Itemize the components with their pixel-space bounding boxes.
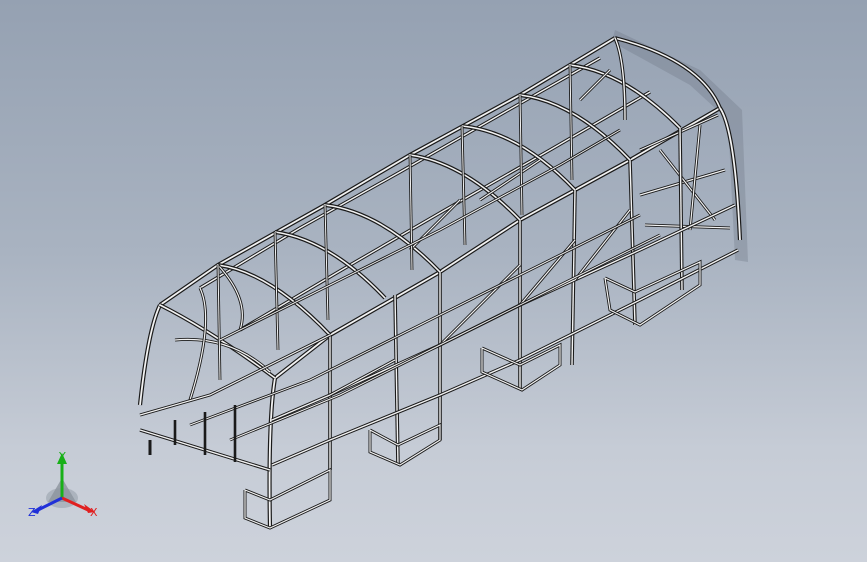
z-axis-label: Z xyxy=(28,506,36,519)
cad-graphics-viewport[interactable]: Y X Z xyxy=(0,0,867,562)
frame-tubes xyxy=(137,36,743,530)
lower-chassis xyxy=(243,259,702,530)
far-side-posts xyxy=(216,64,621,381)
roof-center-rail-1 xyxy=(199,56,601,290)
x-axis-label: X xyxy=(90,506,98,519)
side-rails xyxy=(271,203,739,467)
bus-frame-model[interactable]: Y X Z xyxy=(0,0,867,562)
roof-center-rail-2 xyxy=(239,90,651,332)
orientation-triad[interactable]: Y X Z xyxy=(28,450,98,519)
y-axis-label: Y xyxy=(58,450,66,463)
roof-arches xyxy=(217,36,722,337)
